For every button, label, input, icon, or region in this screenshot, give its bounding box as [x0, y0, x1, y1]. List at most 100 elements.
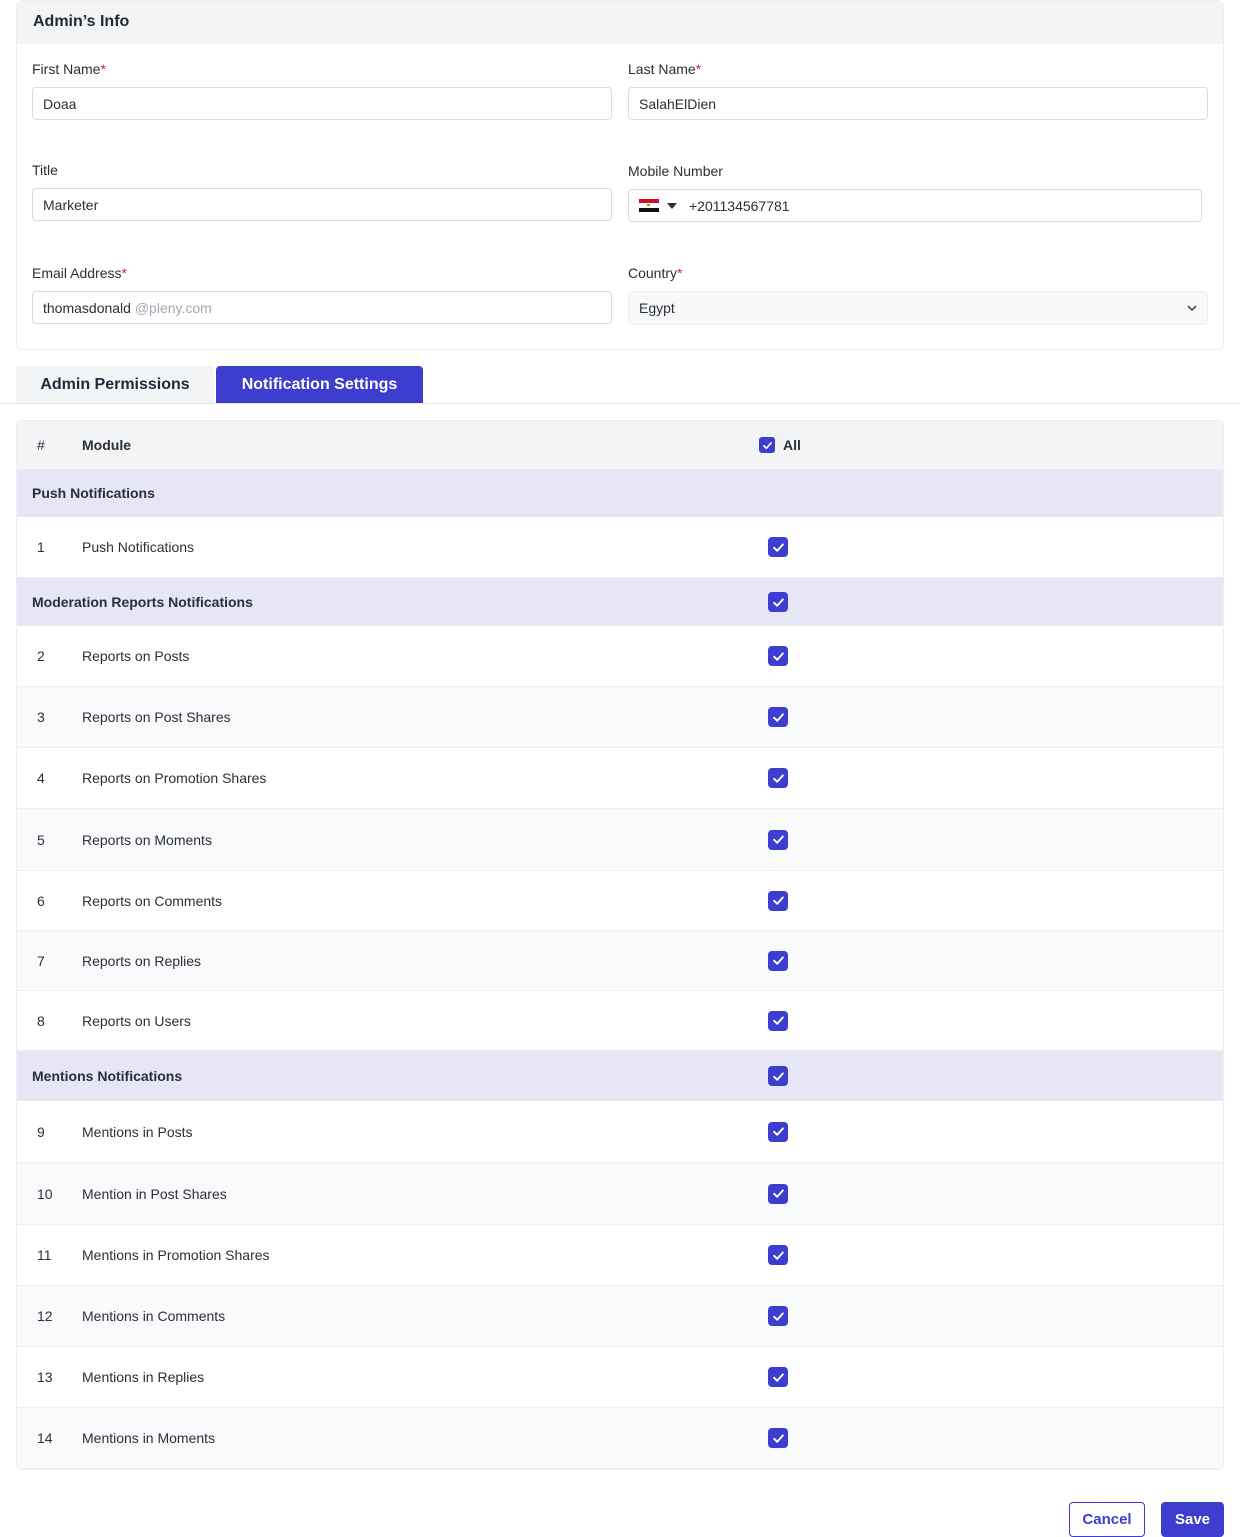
check-icon [762, 441, 772, 449]
row-checkbox[interactable] [768, 1428, 788, 1448]
row-checkbox[interactable] [768, 1245, 788, 1265]
row-number: 9 [37, 1123, 45, 1140]
select-all-checkbox[interactable] [759, 437, 775, 453]
row-module: Mention in Post Shares [82, 1185, 227, 1202]
row-number: 13 [37, 1369, 53, 1385]
check-icon [772, 1016, 784, 1025]
last-name-input[interactable]: SalahElDien [628, 87, 1208, 120]
row-checkbox[interactable] [768, 1183, 788, 1204]
row-number: 2 [37, 648, 45, 664]
table-row: 1 Push Notifications [17, 517, 1223, 578]
check-icon [772, 773, 784, 783]
admin-info-card: Admin’s Info First Name* Doaa Last Name*… [16, 0, 1224, 350]
row-number: 8 [37, 1012, 45, 1029]
row-checkbox[interactable] [768, 890, 788, 911]
row-checkbox[interactable] [768, 1367, 788, 1387]
email-domain-suffix: @pleny.com [134, 299, 212, 316]
egypt-flag-icon[interactable] [639, 199, 659, 212]
check-icon [772, 956, 784, 965]
row-number: 12 [37, 1308, 53, 1324]
group-title: Moderation Reports Notifications [32, 594, 253, 610]
row-checkbox[interactable] [768, 1306, 788, 1326]
country-select[interactable]: Egypt [628, 291, 1208, 325]
first-name-input[interactable]: Doaa [32, 87, 612, 120]
row-checkbox[interactable] [768, 537, 788, 557]
group-row: Push Notifications [17, 469, 1223, 517]
last-name-field: Last Name* SalahElDien [628, 61, 1208, 120]
country-code-dropdown-icon[interactable] [667, 202, 677, 209]
title-input[interactable]: Marketer [32, 188, 612, 221]
row-number: 7 [37, 952, 45, 969]
save-button[interactable]: Save [1161, 1502, 1224, 1537]
notification-settings-table: # Module All Push Notifications 1 Push Not… [16, 420, 1224, 1470]
cancel-button[interactable]: Cancel [1069, 1502, 1145, 1537]
row-number: 11 [37, 1247, 52, 1263]
table-row: 9 Mentions in Posts [17, 1101, 1223, 1163]
group-select-checkbox[interactable] [768, 1066, 788, 1086]
row-module: Reports on Users [82, 1012, 191, 1029]
mobile-input[interactable]: +201134567781 [628, 189, 1202, 222]
title-label: Title [32, 162, 58, 178]
group-select-checkbox[interactable] [768, 592, 788, 612]
select-all-label: All [783, 437, 801, 453]
row-checkbox[interactable] [768, 829, 788, 850]
check-icon [772, 1071, 784, 1081]
row-module: Mentions in Promotion Shares [82, 1247, 270, 1263]
tab-bar: Admin Permissions Notification Settings [16, 366, 423, 404]
table-row: 8 Reports on Users [17, 991, 1223, 1051]
admin-info-title: Admin’s Info [17, 1, 1223, 44]
email-label: Email Address* [32, 265, 127, 281]
email-field: Email Address* thomasdonald @pleny.com [32, 265, 612, 324]
row-checkbox[interactable] [768, 707, 788, 727]
row-module: Reports on Moments [82, 831, 212, 848]
row-number: 10 [37, 1185, 53, 1202]
table-row: 12 Mentions in Comments [17, 1286, 1223, 1347]
mobile-label: Mobile Number [628, 163, 723, 179]
row-number: 4 [37, 770, 45, 786]
tab-notification-settings[interactable]: Notification Settings [216, 366, 423, 404]
row-module: Mentions in Comments [82, 1308, 226, 1324]
table-row: 2 Reports on Posts [17, 626, 1223, 687]
check-icon [772, 1189, 784, 1198]
table-row: 4 Reports on Promotion Shares [17, 748, 1223, 809]
row-number: 1 [37, 539, 45, 555]
row-number: 14 [37, 1430, 53, 1446]
group-row: Moderation Reports Notifications [17, 578, 1223, 626]
mobile-field: Mobile Number +201134567781 [628, 163, 1202, 222]
check-icon [772, 651, 784, 661]
row-module: Reports on Posts [82, 648, 190, 664]
row-module: Reports on Comments [82, 892, 223, 909]
row-module: Mentions in Replies [82, 1369, 205, 1385]
check-icon [772, 896, 784, 905]
first-name-field: First Name* Doaa [32, 61, 612, 120]
check-icon [772, 712, 784, 722]
country-label: Country* [628, 265, 683, 281]
country-value: Egypt [639, 300, 675, 316]
row-module: Mentions in Moments [82, 1430, 216, 1446]
first-name-label: First Name* [32, 61, 106, 77]
table-row: 7 Reports on Replies [17, 931, 1223, 991]
row-checkbox[interactable] [768, 1121, 788, 1142]
table-header: # Module All [17, 421, 1223, 469]
check-icon [772, 1250, 784, 1260]
check-icon [772, 1372, 784, 1382]
check-icon [772, 1433, 784, 1443]
row-module: Mentions in Posts [82, 1123, 193, 1140]
row-checkbox[interactable] [768, 950, 788, 971]
check-icon [772, 835, 784, 844]
column-header-num: # [37, 437, 45, 453]
row-number: 5 [37, 831, 45, 848]
email-input[interactable]: thomasdonald @pleny.com [32, 291, 612, 324]
check-icon [772, 597, 784, 607]
row-module: Push Notifications [82, 539, 195, 555]
table-row: 6 Reports on Comments [17, 871, 1223, 931]
group-title: Push Notifications [32, 485, 155, 501]
tab-admin-permissions[interactable]: Admin Permissions [16, 366, 214, 404]
group-row: Mentions Notifications [17, 1051, 1223, 1101]
row-checkbox[interactable] [768, 768, 788, 788]
check-icon [772, 542, 784, 552]
column-header-module: Module [82, 437, 131, 453]
row-checkbox[interactable] [768, 1010, 788, 1031]
check-icon [772, 1127, 784, 1136]
row-checkbox[interactable] [768, 646, 788, 666]
